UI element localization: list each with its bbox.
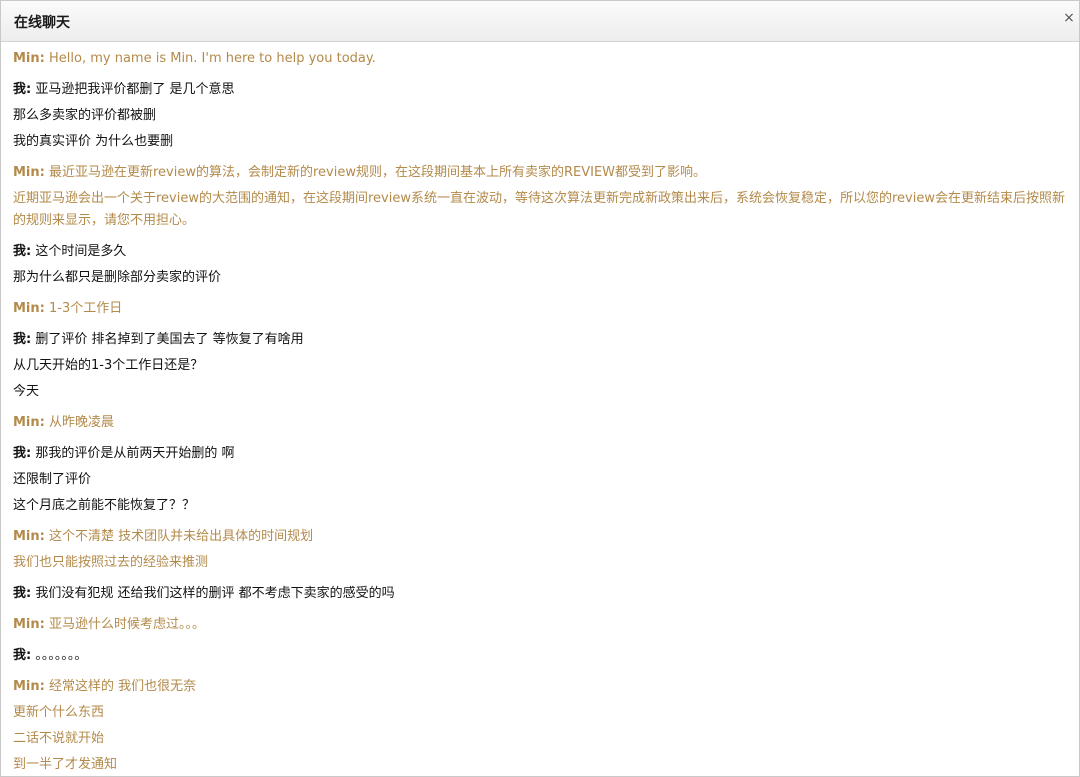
message-line: Min: 这个不清楚 技术团队并未给出具体的时间规划	[13, 524, 1067, 550]
window-title: 在线聊天	[14, 15, 70, 31]
message-line: Min: 1-3个工作日	[13, 296, 1067, 322]
message-text: 亚马逊把我评价都删了 是几个意思	[35, 82, 235, 97]
message-text: 这个不清楚 技术团队并未给出具体的时间规划	[49, 529, 314, 544]
speaker-label: 我:	[13, 332, 32, 347]
speaker-label: Min:	[13, 301, 45, 316]
message-line: 到一半了才发通知	[13, 752, 1067, 776]
message-text: 还限制了评价	[13, 472, 92, 487]
agent-message: Min: 从昨晚凌晨	[13, 410, 1067, 436]
message-line: 我: 这个时间是多久	[13, 239, 1067, 265]
speaker-label: 我:	[13, 586, 32, 601]
agent-message: Min: Hello, my name is Min. I'm here to …	[13, 46, 1067, 72]
speaker-label: 我:	[13, 446, 32, 461]
message-line: 我: 删了评价 排名掉到了美国去了 等恢复了有啥用	[13, 327, 1067, 353]
speaker-label: Min:	[13, 51, 45, 66]
message-line: 更新个什么东西	[13, 700, 1067, 726]
message-line: 那为什么都只是删除部分卖家的评价	[13, 265, 1067, 291]
message-text: 从几天开始的1-3个工作日还是？	[13, 358, 204, 373]
agent-message: Min: 1-3个工作日	[13, 296, 1067, 322]
message-line: 我: 亚马逊把我评价都删了 是几个意思	[13, 77, 1067, 103]
message-line: 还限制了评价	[13, 467, 1067, 493]
message-text: 亚马逊什么时候考虑过。。。	[49, 617, 206, 632]
speaker-label: Min:	[13, 415, 45, 430]
message-line: Min: 经常这样的 我们也很无奈	[13, 674, 1067, 700]
message-text: 近期亚马逊会出一个关于review的大范围的通知，在这段期间review系统一直…	[13, 191, 1065, 228]
user-message: 我: 亚马逊把我评价都删了 是几个意思那么多卖家的评价都被删我的真实评价 为什么…	[13, 77, 1067, 155]
user-message: 我: 这个时间是多久那为什么都只是删除部分卖家的评价	[13, 239, 1067, 291]
message-line: Min: 亚马逊什么时候考虑过。。。	[13, 612, 1067, 638]
agent-message: Min: 经常这样的 我们也很无奈更新个什么东西 二话不说就开始 到一半了才发通知	[13, 674, 1067, 776]
speaker-label: Min:	[13, 529, 45, 544]
message-line: 今天	[13, 379, 1067, 405]
user-message: 我: 。。。。。。。	[13, 643, 1067, 669]
message-text: 那为什么都只是删除部分卖家的评价	[13, 270, 222, 285]
title-bar: 在线聊天 ×	[1, 1, 1079, 42]
message-text: 到一半了才发通知	[13, 757, 118, 772]
message-line: 我: 。。。。。。。	[13, 643, 1067, 669]
close-icon[interactable]: ×	[1061, 9, 1077, 27]
message-line: 那么多卖家的评价都被删	[13, 103, 1067, 129]
message-text: 删了评价 排名掉到了美国去了 等恢复了有啥用	[35, 332, 304, 347]
message-text: 1-3个工作日	[49, 301, 123, 316]
agent-message: Min: 亚马逊什么时候考虑过。。。	[13, 612, 1067, 638]
message-line: Min: 从昨晚凌晨	[13, 410, 1067, 436]
speaker-label: Min:	[13, 679, 45, 694]
message-line: 这个月底之前能不能恢复了？？	[13, 493, 1067, 519]
message-line: 我的真实评价 为什么也要删	[13, 129, 1067, 155]
user-message: 我: 我们没有犯规 还给我们这样的删评 都不考虑下卖家的感受的吗	[13, 581, 1067, 607]
message-text: 从昨晚凌晨	[49, 415, 115, 430]
speaker-label: Min:	[13, 617, 45, 632]
agent-message: Min: 最近亚马逊在更新review的算法，会制定新的review规则，在这段…	[13, 160, 1067, 234]
message-text: 这个时间是多久	[35, 244, 127, 259]
message-text: 更新个什么东西	[13, 705, 105, 720]
message-text: 二话不说就开始	[13, 731, 105, 746]
speaker-label: 我:	[13, 648, 32, 663]
message-text: Hello, my name is Min. I'm here to help …	[49, 51, 376, 66]
message-line: 我: 我们没有犯规 还给我们这样的删评 都不考虑下卖家的感受的吗	[13, 581, 1067, 607]
message-text: 那么多卖家的评价都被删	[13, 108, 157, 123]
message-text: 。。。。。。。	[35, 648, 88, 663]
message-text: 我们也只能按照过去的经验来推测	[13, 555, 209, 570]
message-text: 经常这样的 我们也很无奈	[49, 679, 197, 694]
agent-message: Min: 这个不清楚 技术团队并未给出具体的时间规划我们也只能按照过去的经验来推…	[13, 524, 1067, 576]
message-line: 我: 那我的评价是从前两天开始删的 啊	[13, 441, 1067, 467]
message-line: 从几天开始的1-3个工作日还是？	[13, 353, 1067, 379]
message-text: 这个月底之前能不能恢复了？？	[13, 498, 196, 513]
speaker-label: Min:	[13, 165, 45, 180]
speaker-label: 我:	[13, 82, 32, 97]
message-line: 我们也只能按照过去的经验来推测	[13, 550, 1067, 576]
message-line: 二话不说就开始	[13, 726, 1067, 752]
chat-transcript[interactable]: Min: Hello, my name is Min. I'm here to …	[1, 42, 1079, 776]
message-text: 我的真实评价 为什么也要删	[13, 134, 174, 149]
chat-window: 在线聊天 × Min: Hello, my name is Min. I'm h…	[0, 0, 1080, 777]
user-message: 我: 删了评价 排名掉到了美国去了 等恢复了有啥用从几天开始的1-3个工作日还是…	[13, 327, 1067, 405]
message-text: 那我的评价是从前两天开始删的 啊	[35, 446, 235, 461]
user-message: 我: 那我的评价是从前两天开始删的 啊还限制了评价这个月底之前能不能恢复了？？	[13, 441, 1067, 519]
message-text: 最近亚马逊在更新review的算法，会制定新的review规则，在这段期间基本上…	[49, 165, 707, 180]
message-line: 近期亚马逊会出一个关于review的大范围的通知，在这段期间review系统一直…	[13, 186, 1067, 234]
message-line: Min: Hello, my name is Min. I'm here to …	[13, 46, 1067, 72]
message-text: 我们没有犯规 还给我们这样的删评 都不考虑下卖家的感受的吗	[35, 586, 395, 601]
message-line: Min: 最近亚马逊在更新review的算法，会制定新的review规则，在这段…	[13, 160, 1067, 186]
speaker-label: 我:	[13, 244, 32, 259]
message-text: 今天	[13, 384, 40, 399]
